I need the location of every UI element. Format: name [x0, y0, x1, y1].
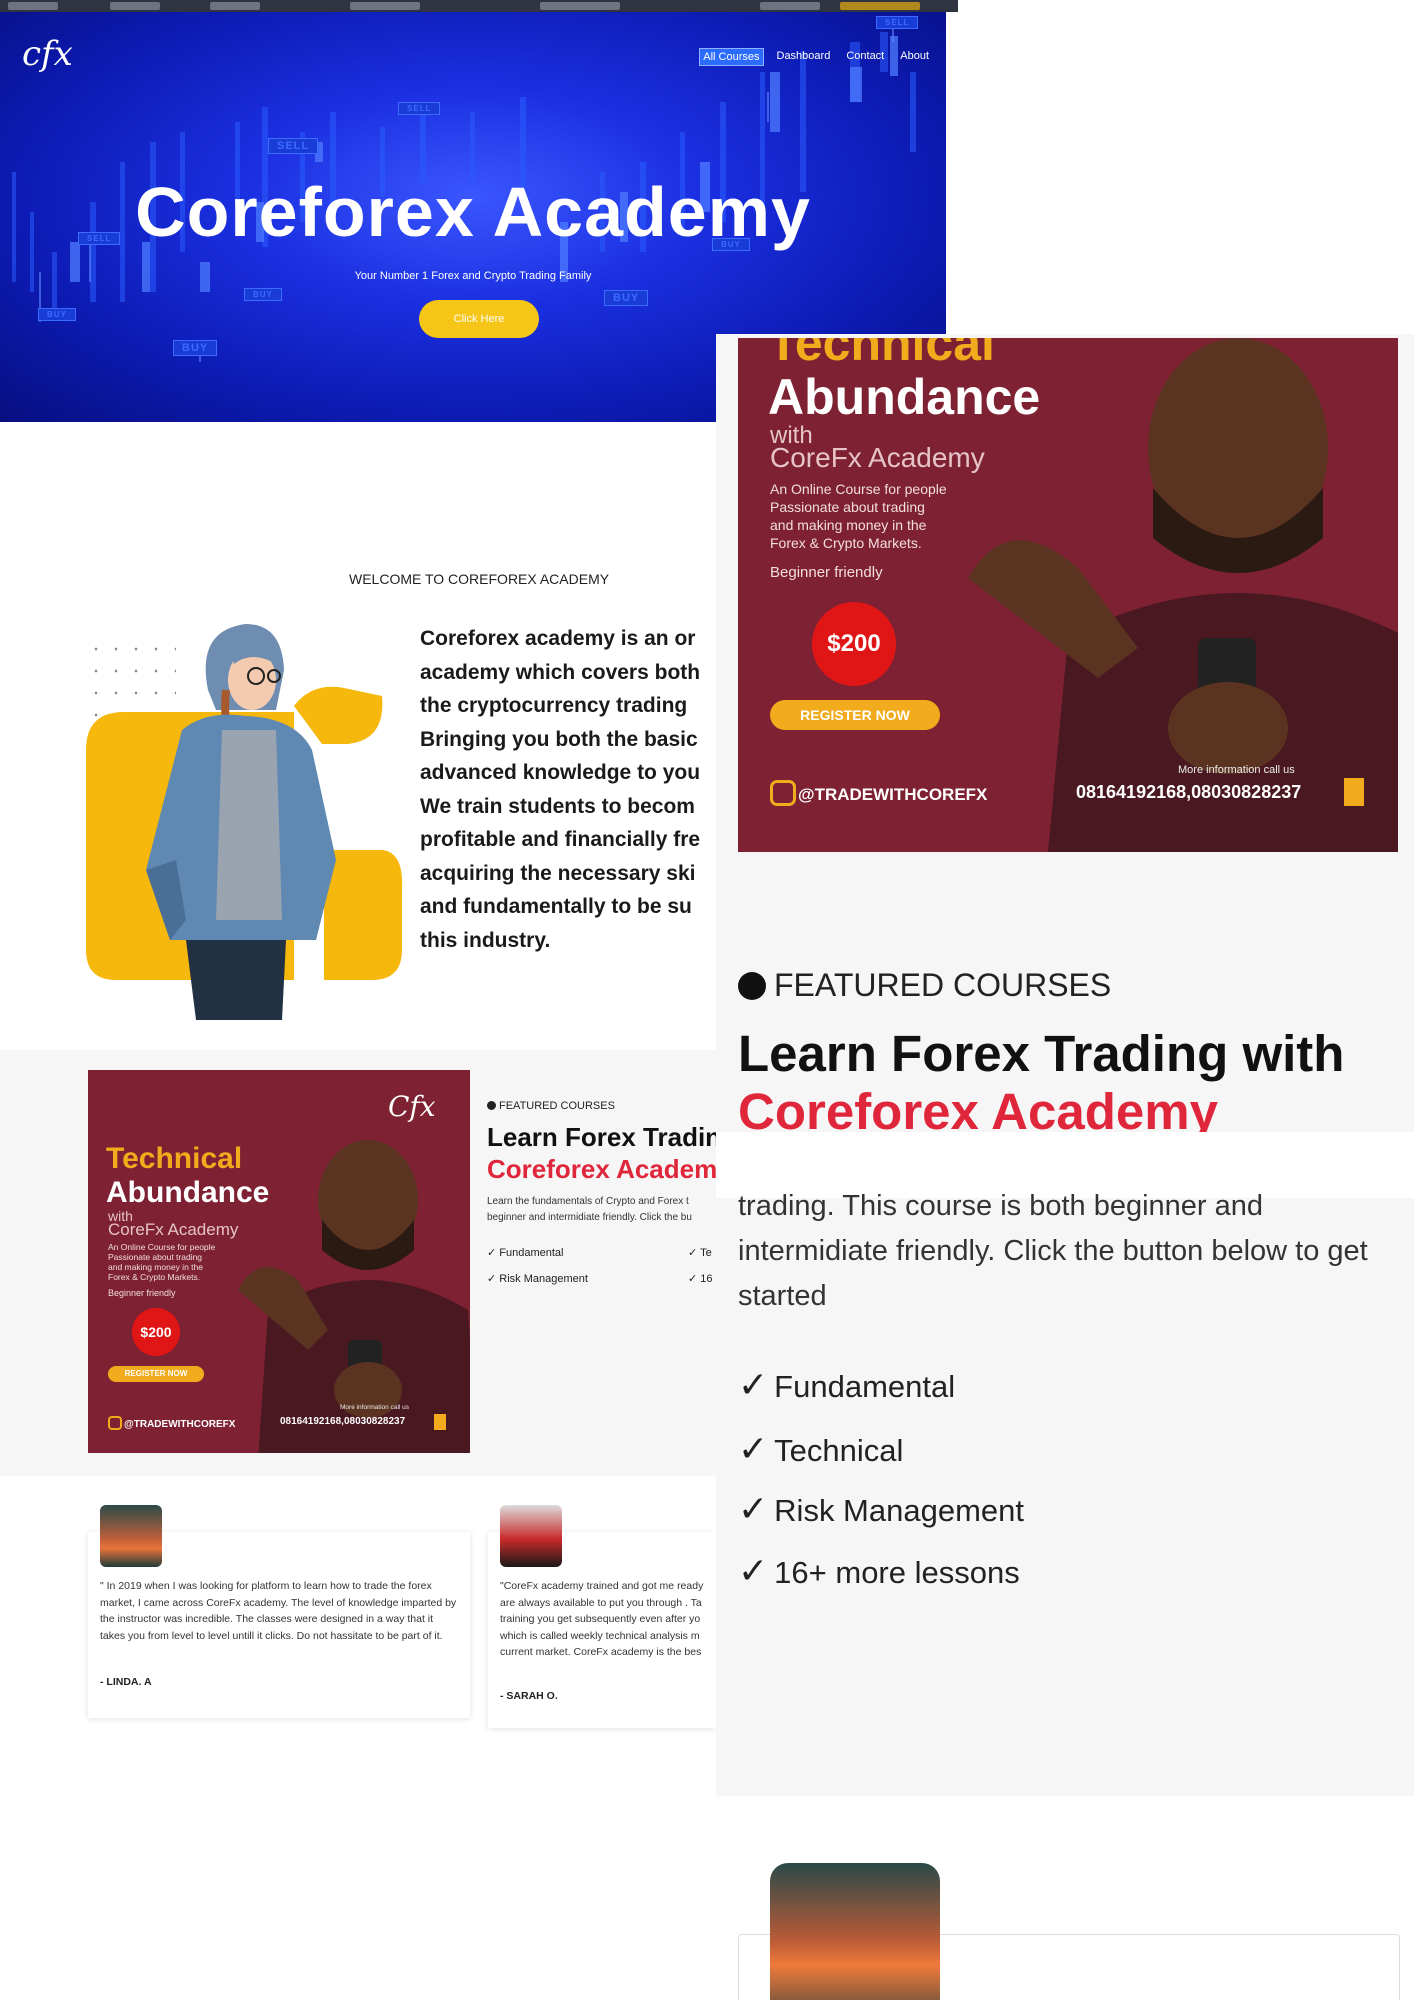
lesson-item: ✓ Risk Management — [738, 1488, 1025, 1529]
check-icon: ✓ — [487, 1273, 500, 1285]
avatar — [770, 1863, 940, 2000]
about-paragraph: Coreforex academy is an or academy which… — [420, 627, 701, 952]
sell-tag: SELL — [268, 138, 319, 154]
check-icon: ✓ — [487, 1247, 500, 1259]
featured-heading: Learn Forex Trading with — [738, 1025, 1345, 1082]
course-poster-zoom[interactable]: Technical Abundance with CoreFx Academy … — [738, 338, 1398, 852]
poster-title-2: Abundance — [768, 369, 1041, 425]
poster-brand: CoreFx Academy — [108, 1220, 239, 1239]
lesson-item: ✓ Fundamental — [738, 1364, 956, 1405]
poster-title-1: Technical — [106, 1142, 243, 1175]
lesson-item: ✓ 16+ more lessons — [738, 1550, 1020, 1591]
buy-tag: BUY — [38, 308, 76, 321]
featured-courses-label: FEATURED COURSES — [738, 967, 1111, 1004]
featured-heading-brand-clip: Coreforex Academy — [738, 1082, 1414, 1132]
more-info-text: More information call us — [340, 1404, 409, 1411]
testimonial-author: - LINDA. A — [100, 1676, 152, 1688]
sell-tag: SELL — [398, 102, 441, 115]
check-icon: ✓ — [738, 1428, 769, 1469]
student-illustration — [86, 620, 406, 1020]
instagram-icon — [108, 1416, 122, 1430]
phone-icon — [434, 1414, 446, 1430]
phone-icon — [1344, 778, 1364, 806]
check-icon: ✓ — [738, 1364, 769, 1405]
poster-description: An Online Course for people Passionate ab… — [108, 1242, 216, 1282]
lesson-item: ✓ Te — [688, 1247, 712, 1259]
hero-title: Coreforex Academy — [135, 173, 811, 251]
lesson-item: ✓ Fundamental — [487, 1247, 564, 1259]
lesson-item: ✓ Technical — [738, 1428, 904, 1469]
featured-heading: Learn Forex Trading with — [487, 1122, 716, 1152]
featured-description: Learn the fundamentals of Crypto and For… — [487, 1196, 692, 1223]
check-icon: ✓ — [738, 1488, 769, 1529]
browser-tab-strip — [0, 0, 958, 12]
course-poster[interactable]: Cfx Technical Abundance with CoreFx Acad… — [88, 1070, 470, 1453]
click-here-button[interactable]: Click Here — [419, 300, 539, 338]
poster-brand: CoreFx Academy — [770, 442, 985, 473]
instagram-icon — [770, 780, 796, 806]
featured-heading-brand: Coreforex Academy — [738, 1083, 1218, 1132]
featured-heading-brand: Coreforex Academy — [487, 1154, 716, 1184]
phone-numbers: 08164192168,08030828237 — [280, 1416, 406, 1427]
hero-subtitle: Your Number 1 Forex and Crypto Trading F… — [354, 270, 592, 282]
avatar — [500, 1505, 562, 1567]
nav-about[interactable]: About — [897, 48, 932, 66]
avatar — [100, 1505, 162, 1567]
poster-logo: Cfx — [388, 1090, 436, 1123]
buy-tag: BUY — [604, 290, 649, 306]
instagram-handle: @TRADEWITHCOREFX — [108, 1416, 235, 1430]
buy-tag: BUY — [244, 288, 282, 301]
testimonial-author: - SARAH O. — [500, 1690, 558, 1702]
featured-description: trading. This course is both beginner an… — [738, 1190, 1368, 1312]
register-now-button[interactable]: REGISTER NOW — [108, 1366, 204, 1382]
price-badge: $200 — [812, 602, 896, 686]
sell-tag: SELL — [876, 16, 919, 29]
poster-title-2: Abundance — [106, 1176, 270, 1209]
check-icon: ✓ — [738, 1550, 769, 1591]
main-nav: All Courses Dashboard Contact About — [699, 48, 932, 66]
featured-description-clip: trading. This course is both beginner an… — [738, 1184, 1414, 1324]
zoomed-panel: Technical Abundance with CoreFx Academy … — [716, 334, 1414, 2000]
instagram-handle: @TRADEWITHCOREFX — [770, 780, 987, 806]
lesson-item: ✓ 16 — [688, 1273, 713, 1285]
register-now-button[interactable]: REGISTER NOW — [770, 700, 940, 730]
nav-all-courses[interactable]: All Courses — [699, 48, 764, 66]
bullet-icon — [738, 972, 766, 1000]
lesson-item: ✓ Risk Management — [487, 1273, 588, 1285]
testimonial-quote: " In 2019 when I was looking for platfor… — [100, 1580, 457, 1642]
buy-tag: BUY — [173, 340, 218, 356]
nav-dashboard[interactable]: Dashboard — [774, 48, 834, 66]
price-badge: $200 — [132, 1308, 180, 1356]
testimonial-quote: "CoreFx academy trained and got me ready… — [500, 1580, 704, 1658]
poster-beginner: Beginner friendly — [108, 1288, 176, 1298]
poster-beginner: Beginner friendly — [770, 564, 883, 581]
poster-title-1: Technical — [768, 338, 995, 371]
welcome-label: WELCOME TO COREFOREX ACADEMY — [349, 571, 610, 587]
check-icon: ✓ — [688, 1247, 701, 1259]
more-info-text: More information call us — [1178, 764, 1295, 776]
nav-contact[interactable]: Contact — [843, 48, 887, 66]
featured-courses-label: FEATURED COURSES — [487, 1100, 615, 1112]
bullet-icon — [487, 1101, 496, 1110]
check-icon: ✓ — [688, 1273, 701, 1285]
phone-numbers: 08164192168,08030828237 — [1076, 782, 1302, 802]
poster-description: An Online Course for people Passionate ab… — [770, 481, 947, 551]
site-logo[interactable]: cfx — [22, 34, 73, 74]
